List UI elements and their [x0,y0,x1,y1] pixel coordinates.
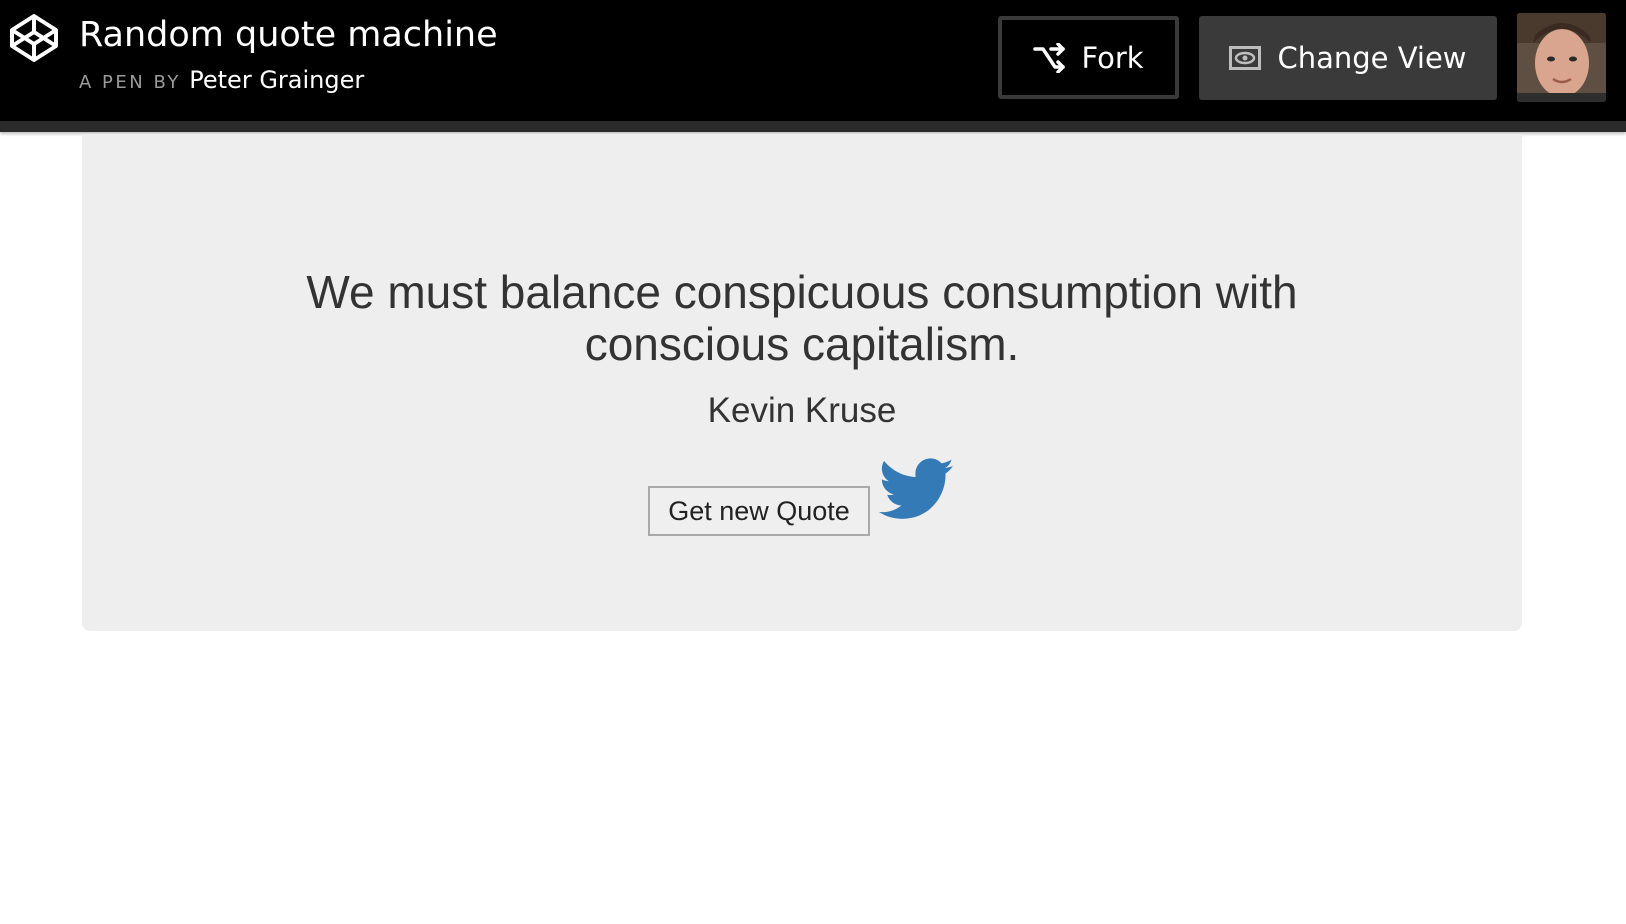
change-view-button[interactable]: Change View [1199,16,1497,100]
user-avatar[interactable] [1517,13,1606,102]
fork-icon [1033,42,1066,73]
twitter-icon[interactable] [879,458,955,522]
pen-title: Random quote machine [79,15,498,55]
change-view-label: Change View [1277,41,1467,75]
pen-author-link[interactable]: Peter Grainger [189,66,364,94]
eye-icon [1229,46,1262,70]
fork-button[interactable]: Fork [998,16,1179,99]
pen-by-prefix: A PEN BY [79,72,181,93]
top-bar: Random quote machine A PEN BY Peter Grai… [0,0,1626,121]
codepen-logo-icon[interactable] [8,12,60,64]
pen-byline: A PEN BY Peter Grainger [79,64,364,100]
fork-label: Fork [1081,40,1144,75]
quote-author: Kevin Kruse [707,391,897,430]
header-divider [0,121,1626,132]
avatar-image [1517,13,1606,102]
new-quote-button[interactable]: Get new Quote [648,486,870,536]
quote-text: We must balance conspicuous consumption … [306,266,1298,370]
quote-card: We must balance conspicuous consumption … [82,134,1522,631]
